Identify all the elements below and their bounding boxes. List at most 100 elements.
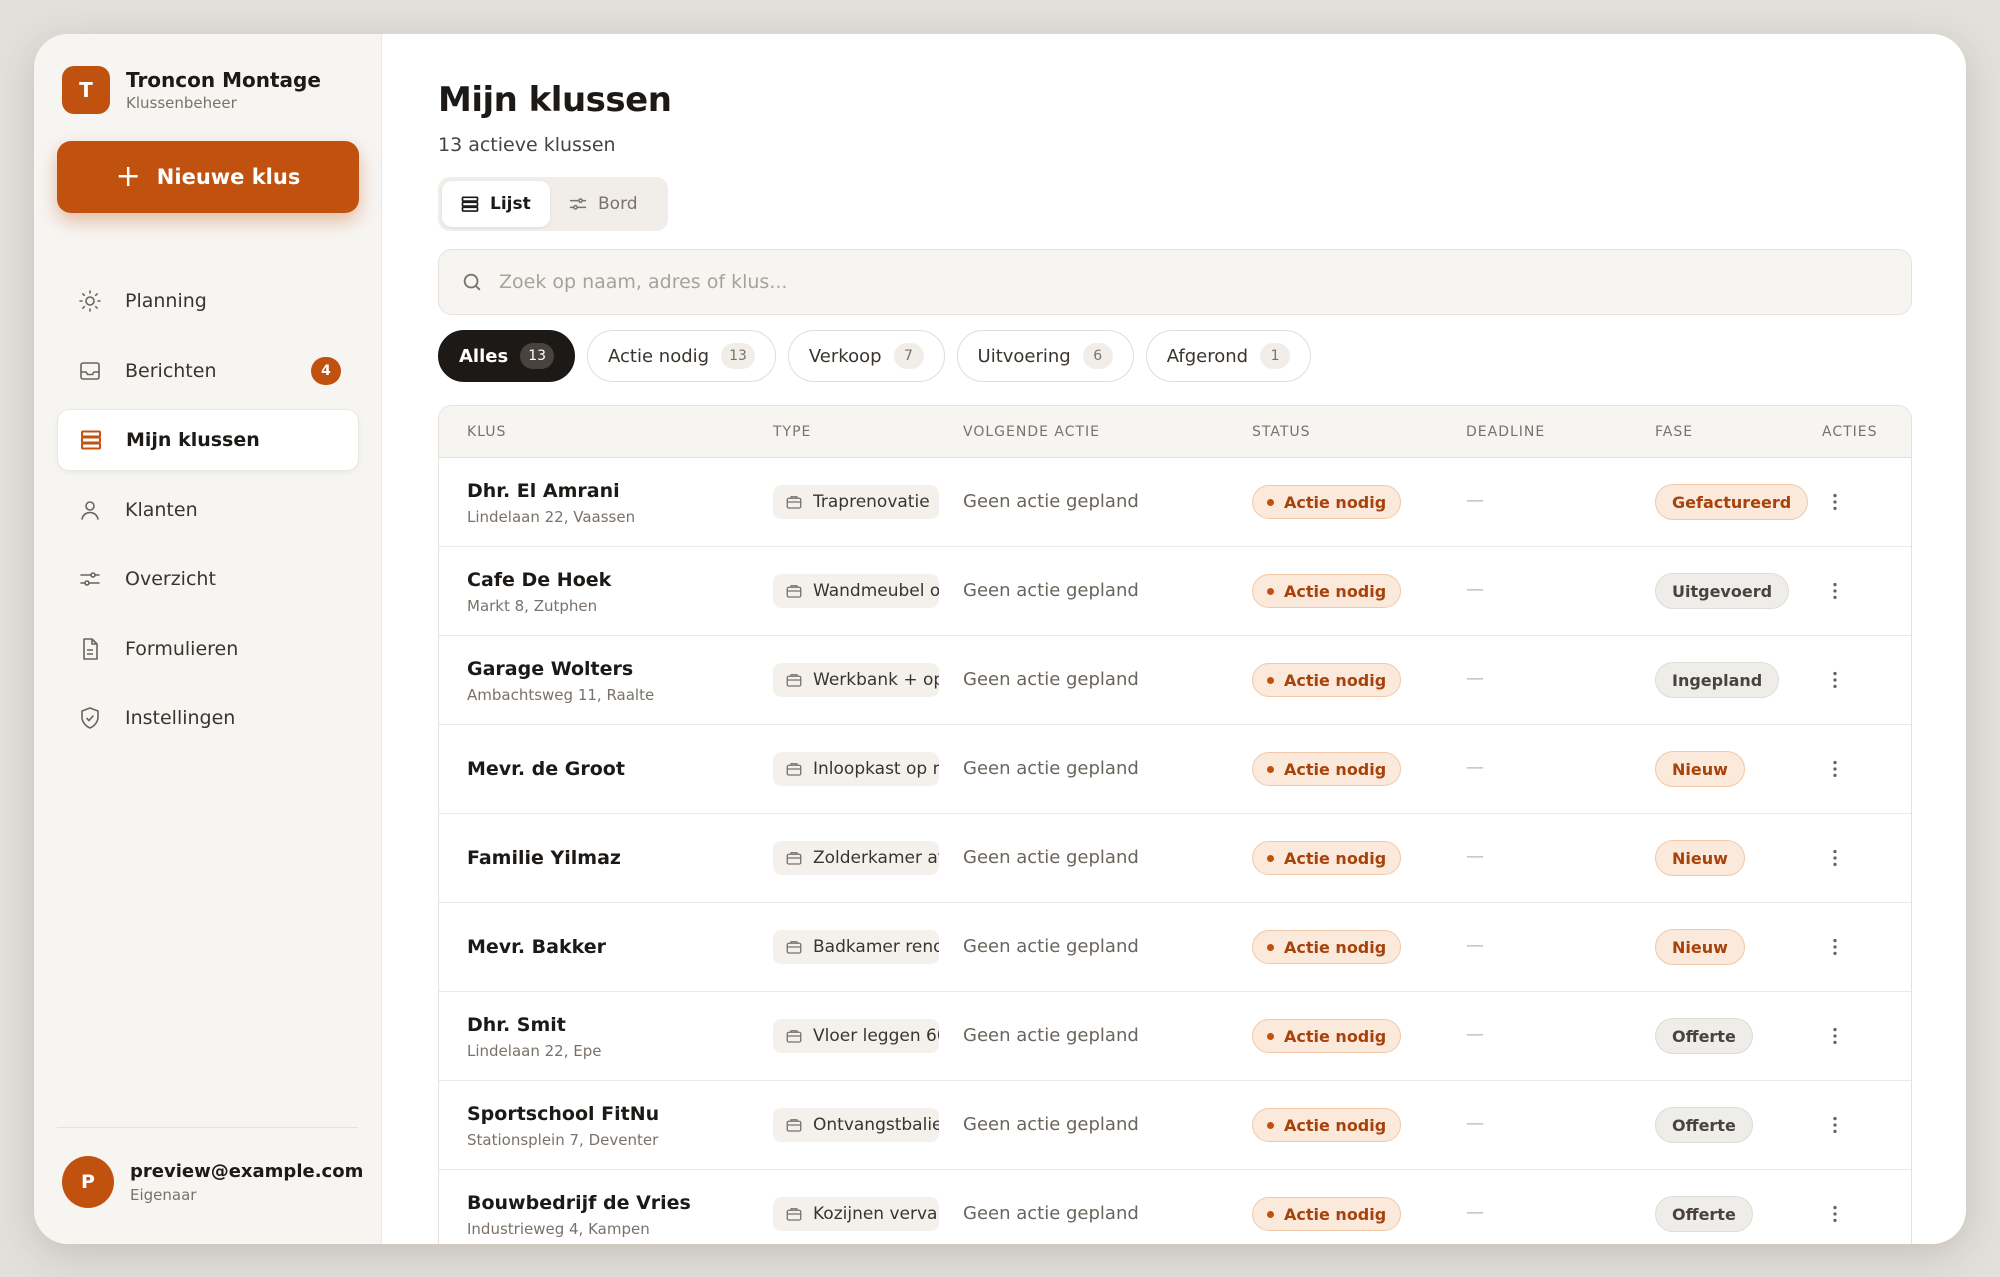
more-options-icon[interactable] <box>1822 1201 1848 1227</box>
tab-bord[interactable]: Bord <box>550 181 656 227</box>
type-tag: Wandmeubel op <box>773 574 939 608</box>
phase-badge: Offerte <box>1655 1196 1753 1232</box>
column-header-volgende-actie[interactable]: VOLGENDE ACTIE <box>963 424 1100 440</box>
job-name[interactable]: Dhr. Smit <box>467 1014 601 1036</box>
sidebar-item-mijn-klussen[interactable]: Mijn klussen <box>57 409 359 471</box>
status-cell: Actie nodig <box>1252 1197 1402 1231</box>
deadline: — <box>1466 1202 1484 1223</box>
column-header-status[interactable]: STATUS <box>1252 424 1311 440</box>
table-row[interactable]: Bouwbedrijf de Vries Industrieweg 4, Kam… <box>439 1170 1911 1244</box>
sidebar-item-label: Overzicht <box>125 568 216 590</box>
sidebar-item-berichten[interactable]: Berichten 4 <box>57 340 359 402</box>
job-name[interactable]: Mevr. Bakker <box>467 936 606 958</box>
more-options-icon[interactable] <box>1822 489 1848 515</box>
filter-actie-nodig[interactable]: Actie nodig 13 <box>587 330 776 382</box>
next-action: Geen actie gepland <box>963 669 1139 690</box>
table-row[interactable]: Garage Wolters Ambachtsweg 11, Raalte We… <box>439 636 1911 725</box>
type-label: Inloopkast op m <box>813 759 939 779</box>
filter-chips: Alles 13 Actie nodig 13 Verkoop 7 Uitvoe… <box>438 330 1312 382</box>
tab-lijst[interactable]: Lijst <box>442 181 550 227</box>
brand-name: Troncon Montage <box>126 68 321 92</box>
phase-badge: Nieuw <box>1655 751 1745 787</box>
phase-badge: Nieuw <box>1655 840 1745 876</box>
page-subtitle: 13 actieve klussen <box>438 134 616 156</box>
job-name[interactable]: Garage Wolters <box>467 658 654 680</box>
filter-label: Alles <box>459 345 509 367</box>
status-label: Actie nodig <box>1284 759 1387 779</box>
job-name[interactable]: Mevr. de Groot <box>467 758 625 780</box>
briefcase-icon <box>786 763 802 776</box>
next-action: Geen actie gepland <box>963 1114 1139 1135</box>
status-dot-icon <box>1267 676 1274 684</box>
filter-verkoop[interactable]: Verkoop 7 <box>787 330 945 382</box>
filter-label: Actie nodig <box>608 345 710 367</box>
more-options-icon[interactable] <box>1822 667 1848 693</box>
column-header-type[interactable]: TYPE <box>773 424 811 440</box>
filter-afgerond[interactable]: Afgerond 1 <box>1145 330 1312 382</box>
table-row[interactable]: Dhr. Smit Lindelaan 22, Epe Vloer leggen… <box>439 992 1911 1081</box>
brand: T Troncon Montage Klussenbeheer <box>62 66 321 114</box>
deadline: — <box>1466 668 1484 689</box>
column-header-deadline[interactable]: DEADLINE <box>1466 424 1545 440</box>
status-cell: Actie nodig <box>1252 663 1402 697</box>
new-job-label: Nieuwe klus <box>156 165 301 189</box>
status-dot-icon <box>1267 1032 1274 1040</box>
phase-cell: Uitgevoerd <box>1655 573 1790 609</box>
sidebar-item-overzicht[interactable]: Overzicht <box>57 548 359 610</box>
row-actions <box>1822 756 1848 782</box>
row-actions <box>1822 1112 1848 1138</box>
more-options-icon[interactable] <box>1822 845 1848 871</box>
filter-uitvoering[interactable]: Uitvoering 6 <box>956 330 1134 382</box>
job-name[interactable]: Cafe De Hoek <box>467 569 611 591</box>
sidebar-item-klanten[interactable]: Klanten <box>57 479 359 541</box>
table-row[interactable]: Cafe De Hoek Markt 8, Zutphen Wandmeubel… <box>439 547 1911 636</box>
deadline: — <box>1466 935 1484 956</box>
search-input[interactable] <box>499 271 1879 293</box>
job-address: Lindelaan 22, Vaassen <box>467 508 636 526</box>
type-tag: Badkamer reno <box>773 930 939 964</box>
more-options-icon[interactable] <box>1822 934 1848 960</box>
job-name[interactable]: Bouwbedrijf de Vries <box>467 1192 691 1214</box>
user-profile[interactable]: P preview@example.com Eigenaar <box>62 1156 363 1208</box>
phase-badge: Offerte <box>1655 1107 1753 1143</box>
sidebar-item-label: Klanten <box>125 498 198 521</box>
status-cell: Actie nodig <box>1252 752 1402 786</box>
more-options-icon[interactable] <box>1822 1023 1848 1049</box>
briefcase-icon <box>786 674 802 687</box>
table-row[interactable]: Mevr. Bakker Badkamer reno Geen actie ge… <box>439 903 1911 992</box>
new-job-button[interactable]: + Nieuwe klus <box>57 141 359 213</box>
more-options-icon[interactable] <box>1822 578 1848 604</box>
column-header-fase[interactable]: FASE <box>1655 424 1693 440</box>
column-header-klus[interactable]: KLUS <box>467 424 506 440</box>
user-icon <box>77 497 103 523</box>
status-dot-icon <box>1267 943 1274 951</box>
status-cell: Actie nodig <box>1252 574 1402 608</box>
job-name[interactable]: Sportschool FitNu <box>467 1103 659 1125</box>
job-cell: Bouwbedrijf de Vries Industrieweg 4, Kam… <box>467 1192 691 1238</box>
filter-alles[interactable]: Alles 13 <box>438 330 576 382</box>
job-address: Markt 8, Zutphen <box>467 597 598 615</box>
status-badge: Actie nodig <box>1252 485 1402 519</box>
table-row[interactable]: Mevr. de Groot Inloopkast op m Geen acti… <box>439 725 1911 814</box>
job-name[interactable]: Familie Yilmaz <box>467 847 621 869</box>
status-cell: Actie nodig <box>1252 485 1402 519</box>
table-row[interactable]: Dhr. El Amrani Lindelaan 22, Vaassen Tra… <box>439 458 1911 547</box>
deadline: — <box>1466 1113 1484 1134</box>
sidebar-item-instellingen[interactable]: Instellingen <box>57 687 359 749</box>
phase-cell: Offerte <box>1655 1018 1753 1054</box>
more-options-icon[interactable] <box>1822 1112 1848 1138</box>
table-row[interactable]: Sportschool FitNu Stationsplein 7, Deven… <box>439 1081 1911 1170</box>
job-cell: Mevr. Bakker <box>467 936 606 958</box>
more-options-icon[interactable] <box>1822 756 1848 782</box>
sidebar-item-planning[interactable]: Planning <box>57 270 359 332</box>
type-tag: Vloer leggen 60 <box>773 1019 939 1053</box>
status-label: Actie nodig <box>1284 492 1387 512</box>
status-badge: Actie nodig <box>1252 930 1402 964</box>
job-name[interactable]: Dhr. El Amrani <box>467 480 635 502</box>
sidebar-nav: Planning Berichten 4 Mijn klussen Klante… <box>57 270 359 757</box>
table-row[interactable]: Familie Yilmaz Zolderkamer af Geen actie… <box>439 814 1911 903</box>
list-icon <box>78 427 104 453</box>
briefcase-icon <box>786 1119 802 1132</box>
sidebar-item-formulieren[interactable]: Formulieren <box>57 618 359 680</box>
job-cell: Cafe De Hoek Markt 8, Zutphen <box>467 569 611 615</box>
